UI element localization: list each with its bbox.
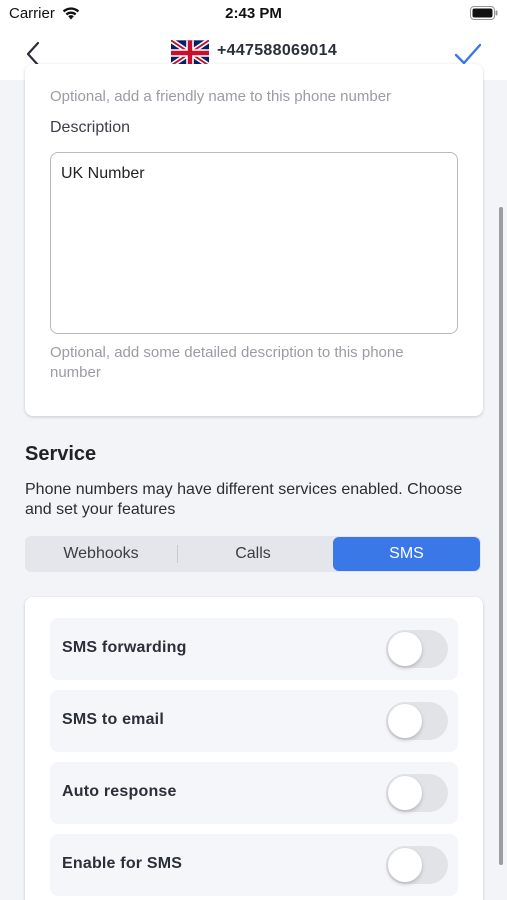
toggle-knob <box>388 704 422 738</box>
clock: 2:43 PM <box>225 5 282 22</box>
uk-flag-icon <box>169 38 211 68</box>
name-hint: Optional, add a friendly name to this ph… <box>50 88 392 105</box>
toggle-knob <box>388 848 422 882</box>
option-label: Auto response <box>62 783 177 800</box>
toggle-knob <box>388 632 422 666</box>
tab-sms[interactable]: SMS <box>333 537 480 571</box>
list-item-sms-forwarding: SMS forwarding <box>50 618 458 680</box>
description-textarea[interactable]: UK Number <box>50 152 458 334</box>
list-item-enable-for-sms: Enable for SMS <box>50 834 458 896</box>
tab-webhooks[interactable]: Webhooks <box>25 536 177 572</box>
details-card: Optional, add a friendly name to this ph… <box>25 64 483 416</box>
option-label: SMS to email <box>62 711 164 728</box>
status-bar: Carrier 2:43 PM <box>0 0 507 28</box>
page-title: +447588069014 <box>217 42 338 59</box>
auto-response-toggle[interactable] <box>386 774 448 812</box>
enable-for-sms-toggle[interactable] <box>386 846 448 884</box>
list-item-sms-to-email: SMS to email <box>50 690 458 752</box>
sms-forwarding-toggle[interactable] <box>386 630 448 668</box>
battery-icon <box>470 6 498 20</box>
option-label: Enable for SMS <box>62 855 183 872</box>
description-label: Description <box>50 119 131 136</box>
service-heading: Service <box>25 443 97 465</box>
service-description: Phone numbers may have different service… <box>25 481 463 518</box>
scrollbar[interactable] <box>499 207 503 865</box>
toggle-knob <box>388 776 422 810</box>
list-item-auto-response: Auto response <box>50 762 458 824</box>
description-hint: Optional, add some detailed description … <box>50 344 404 381</box>
sms-to-email-toggle[interactable] <box>386 702 448 740</box>
service-segmented-control: Webhooks Calls SMS <box>25 536 481 572</box>
tab-calls[interactable]: Calls <box>177 536 329 572</box>
sms-options-card: SMS forwarding SMS to email Auto respons… <box>25 597 483 900</box>
option-label: SMS forwarding <box>62 639 187 656</box>
